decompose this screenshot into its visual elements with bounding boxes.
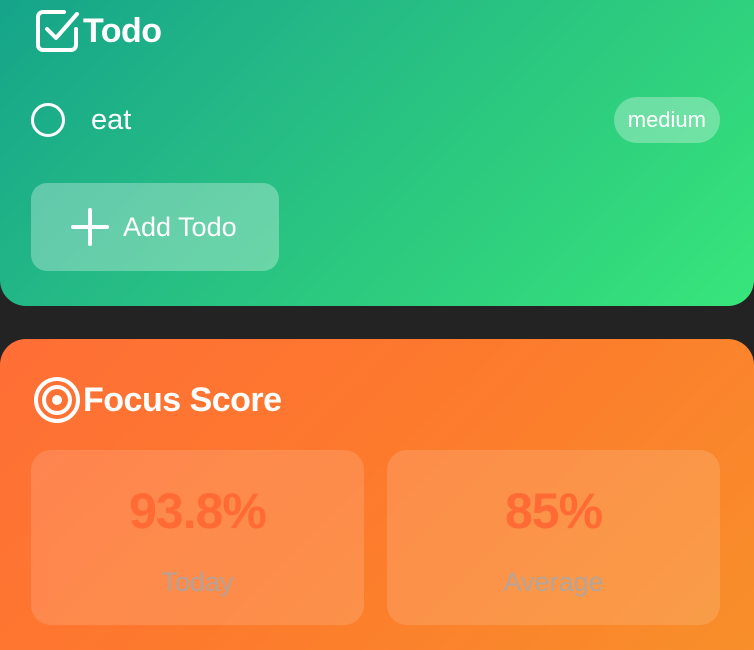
todo-card-header: Todo — [33, 7, 162, 55]
app-page: Todo eat medium Add Todo Focus Score 93.… — [0, 0, 754, 650]
priority-badge: medium — [613, 97, 720, 143]
stat-average-value: 85% — [504, 483, 603, 539]
todo-card: Todo eat medium Add Todo — [0, 0, 754, 306]
add-todo-label: Add Todo — [123, 211, 237, 242]
plus-icon — [71, 208, 109, 246]
stat-today-label: Today — [161, 567, 234, 597]
focus-score-card: Focus Score 93.8% Today 85% Average — [0, 339, 754, 650]
stat-today: 93.8% Today — [31, 450, 364, 625]
add-todo-button[interactable]: Add Todo — [31, 183, 279, 271]
stat-today-value: 93.8% — [129, 483, 267, 539]
todo-complete-toggle[interactable] — [31, 103, 65, 137]
target-icon — [33, 376, 81, 424]
focus-card-header: Focus Score — [33, 376, 282, 424]
checkbox-icon — [33, 7, 81, 55]
stat-average-label: Average — [503, 567, 604, 597]
focus-card-title: Focus Score — [83, 380, 282, 419]
todo-item: eat medium — [31, 96, 721, 144]
stat-average: 85% Average — [387, 450, 720, 625]
todo-item-text: eat — [91, 103, 132, 136]
todo-card-title: Todo — [83, 11, 162, 50]
